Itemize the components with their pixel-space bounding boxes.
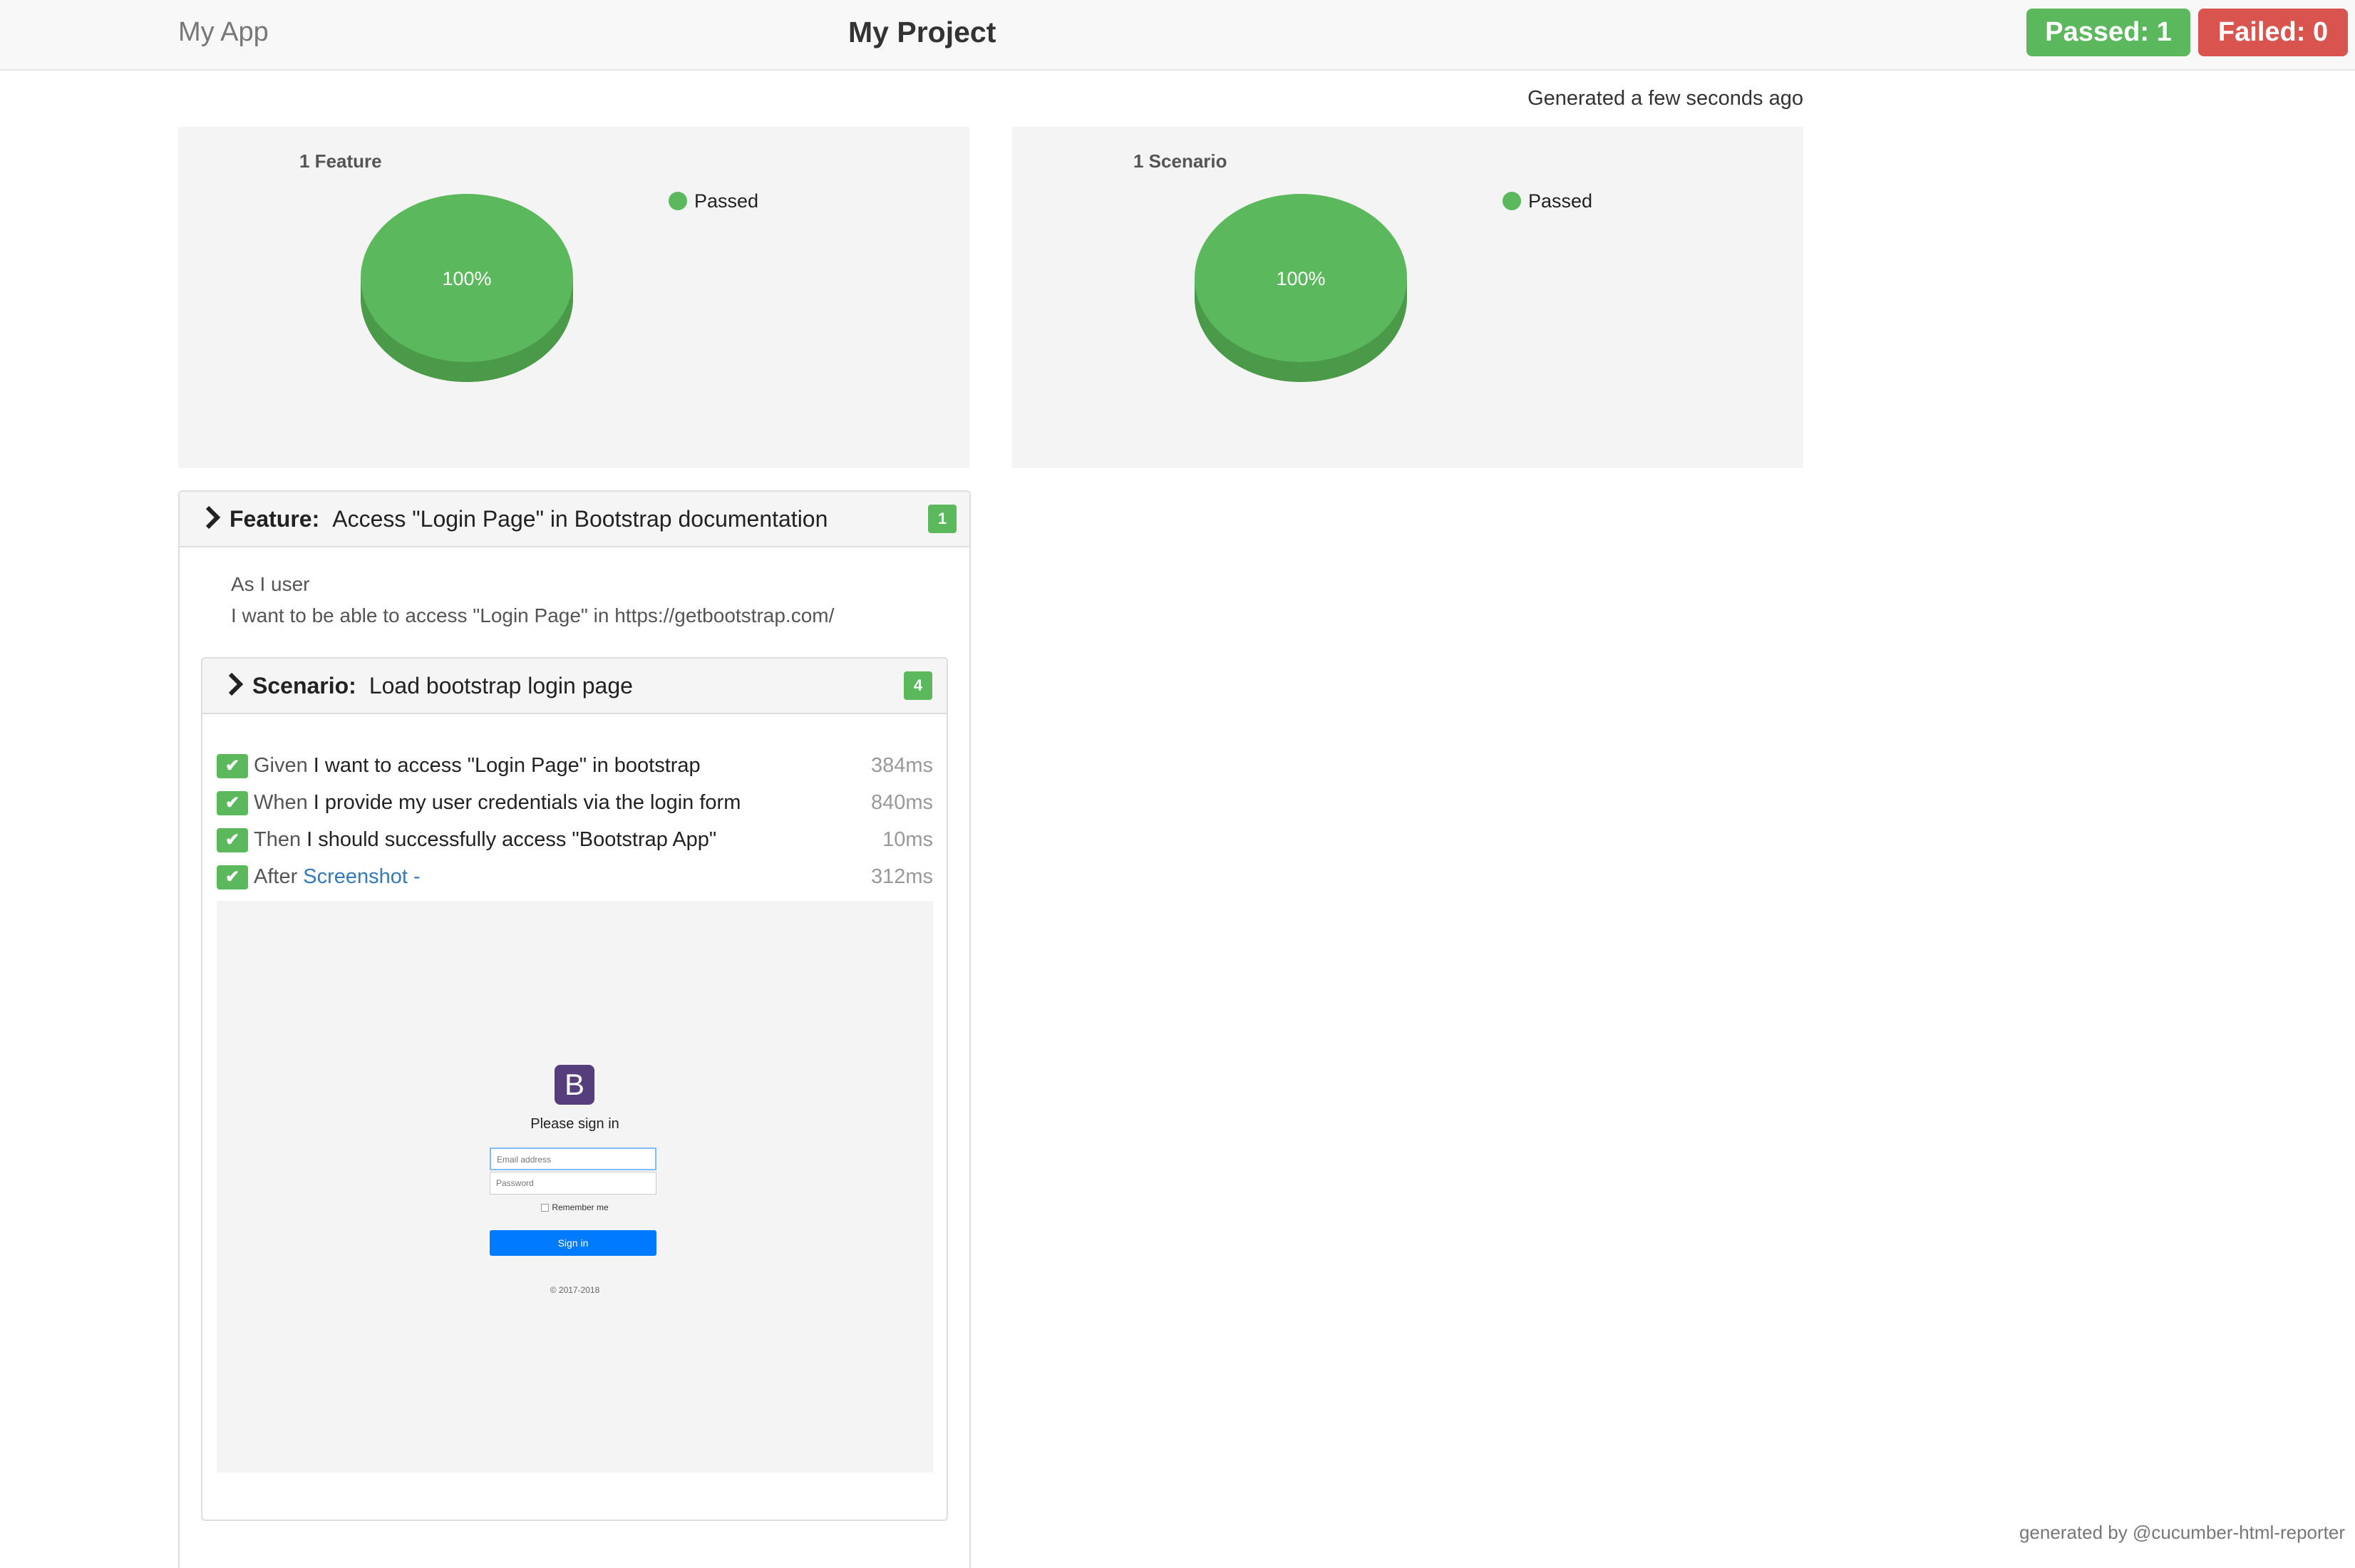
chevron-right-icon[interactable]	[204, 505, 222, 536]
step-text: When I provide my user credentials via th…	[254, 788, 741, 817]
app-name[interactable]: My App	[178, 16, 269, 48]
feature-description-line: As I user	[231, 573, 310, 595]
step-row: ✔ After Screenshot - 312ms	[217, 861, 933, 892]
chart-title: 1 Feature	[299, 150, 382, 172]
generated-timestamp: Generated a few seconds ago	[1527, 87, 1803, 110]
scenario-count-badge: 4	[904, 671, 932, 700]
signin-heading: Please sign in	[530, 1116, 619, 1132]
feature-heading[interactable]: Feature: Access "Login Page" in Bootstrap…	[180, 492, 969, 547]
step-text: Then I should successfully access "Bootst…	[254, 825, 716, 854]
remember-checkbox	[541, 1204, 550, 1212]
step-row: ✔ Given I want to access "Login Page" in …	[217, 750, 933, 781]
scenario-name: Load bootstrap login page	[369, 673, 633, 698]
screenshot-link[interactable]: Screenshot -	[303, 865, 420, 888]
step-duration: 384ms	[870, 754, 933, 777]
footer-credit: generated by @cucumber-html-reporter	[2019, 1522, 2345, 1543]
signin-button: Sign in	[490, 1230, 656, 1256]
pie-chart: 100%	[361, 194, 573, 382]
legend-swatch-passed	[1503, 192, 1521, 210]
feature-keyword: Feature:	[230, 506, 320, 532]
step-row: ✔ When I provide my user credentials via …	[217, 787, 933, 818]
scenario-keyword: Scenario:	[252, 673, 356, 698]
step-description: I want to access "Login Page" in bootstr…	[313, 754, 701, 777]
check-icon: ✔	[217, 828, 248, 852]
pie-data-label: 100%	[442, 268, 491, 289]
bootstrap-logo: B	[555, 1065, 594, 1105]
check-icon: ✔	[217, 791, 248, 815]
step-duration: 10ms	[882, 828, 933, 851]
embedded-screenshot[interactable]: B Please sign in Email address Password …	[217, 901, 933, 1472]
passed-count-badge: Passed: 1	[2026, 9, 2190, 56]
step-keyword: Given	[254, 754, 308, 777]
copyright-text: © 2017-2018	[550, 1285, 600, 1295]
features-chart-panel: 1 Feature Passed 100%	[178, 127, 969, 468]
check-icon: ✔	[217, 865, 248, 889]
step-text: Given I want to access "Login Page" in bo…	[254, 751, 701, 780]
check-icon: ✔	[217, 754, 248, 778]
feature-name: Access "Login Page" in Bootstrap documen…	[332, 506, 828, 532]
scenarios-chart-panel: 1 Scenario Passed 100%	[1012, 127, 1803, 468]
remember-label: Remember me	[552, 1202, 609, 1212]
feature-count-badge: 1	[928, 505, 957, 533]
feature-title[interactable]: Feature: Access "Login Page" in Bootstrap…	[230, 505, 828, 533]
step-description: I should successfully access "Bootstrap …	[306, 828, 717, 851]
step-keyword: When	[254, 791, 308, 814]
step-keyword: Then	[254, 828, 302, 851]
feature-panel: Feature: Access "Login Page" in Bootstrap…	[178, 490, 971, 1568]
remember-me-row: Remember me	[217, 1202, 933, 1213]
scenario-title[interactable]: Scenario: Load bootstrap login page	[252, 671, 633, 700]
legend-label-passed[interactable]: Passed	[1528, 190, 1592, 212]
legend-swatch-passed	[669, 192, 687, 210]
scenario-heading[interactable]: Scenario: Load bootstrap login page 4	[202, 659, 947, 714]
pie-data-label: 100%	[1276, 268, 1325, 289]
feature-description-line: I want to be able to access "Login Page"…	[231, 604, 835, 626]
step-keyword: After	[254, 865, 298, 888]
step-text: After Screenshot -	[254, 862, 421, 891]
password-field: Password	[490, 1172, 656, 1195]
failed-count-badge: Failed: 0	[2198, 9, 2348, 56]
chart-title: 1 Scenario	[1133, 150, 1227, 172]
step-duration: 312ms	[870, 865, 933, 888]
chevron-right-icon[interactable]	[227, 671, 245, 703]
step-description: I provide my user credentials via the lo…	[313, 791, 741, 814]
step-row: ✔ Then I should successfully access "Boot…	[217, 824, 933, 855]
navbar: My App My Project Passed: 1 Failed: 0	[0, 0, 2355, 71]
legend-label-passed[interactable]: Passed	[694, 190, 758, 212]
step-duration: 840ms	[870, 791, 933, 814]
email-field: Email address	[490, 1147, 656, 1170]
pie-chart: 100%	[1195, 194, 1407, 382]
scenario-panel: Scenario: Load bootstrap login page 4 ✔ G…	[201, 657, 948, 1521]
project-title: My Project	[848, 16, 996, 48]
